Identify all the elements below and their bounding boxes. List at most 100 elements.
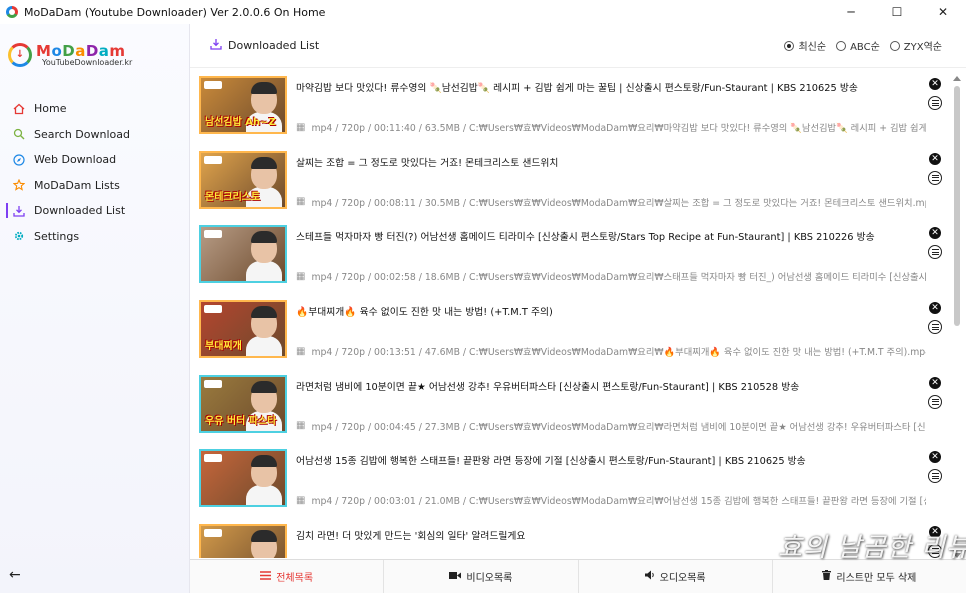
maximize-button[interactable]: ☐	[874, 0, 920, 24]
sort-options: 최신순 ABC순 ZYX역순	[774, 38, 942, 53]
item-menu-icon[interactable]	[928, 320, 942, 335]
video-thumbnail[interactable]	[199, 524, 287, 558]
remove-item-button[interactable]: ✕	[929, 376, 941, 389]
video-meta: ▦ mp4 / 720p / 00:08:11 / 30.5MB / C:₩Us…	[296, 195, 926, 209]
sidebar-item-settings[interactable]: Settings	[0, 224, 190, 250]
item-menu-icon[interactable]	[928, 96, 942, 110]
thumbnail-caption: 우유 버터 파스타	[205, 415, 277, 427]
video-title: 라면처럼 냄비에 10분이면 끝★ 어남선생 강추! 우유버터파스타 [신상출시…	[296, 381, 800, 393]
sort-zyx-radio[interactable]: ZYX역순	[889, 38, 942, 53]
logo-subtitle: YouTubeDownloader.kr	[42, 58, 133, 67]
sort-abc-radio[interactable]: ABC순	[836, 38, 880, 53]
home-icon	[12, 102, 26, 116]
sidebar-item-label: Settings	[34, 229, 80, 243]
sidebar-item-modadam-lists[interactable]: MoDaDam Lists	[0, 173, 190, 199]
video-thumbnail[interactable]: 부대찌개	[199, 300, 287, 359]
downloaded-list: 남선김밥 Ah~Z 마약김밥 보다 맛있다! 류수영의 🍡남선김밥🍡 레시피 +…	[196, 74, 948, 558]
list-item[interactable]: 스테프들 먹자마자 빵 터진(?) 어남선생 홈메이드 티라미수 [신상출시 편…	[196, 223, 948, 298]
video-thumbnail[interactable]	[199, 449, 287, 508]
sidebar-item-label: Downloaded List	[34, 204, 126, 218]
video-thumbnail[interactable]: 남선김밥 Ah~Z	[199, 76, 287, 134]
tab-label: 전체목록	[276, 573, 314, 584]
scroll-thumb[interactable]	[954, 86, 960, 326]
trash-icon	[822, 570, 832, 583]
main-panel: Downloaded List 최신순 ABC순 ZYX역순 남선김밥 Ah~Z…	[190, 24, 966, 593]
delete-all-list-button[interactable]: 리스트만 모두 삭제	[773, 560, 966, 593]
gear-icon	[12, 229, 26, 243]
radio-dot	[836, 40, 847, 51]
tab-all-list[interactable]: 전체목록	[190, 560, 385, 593]
radio-dot	[784, 40, 795, 51]
speaker-icon	[644, 570, 655, 583]
sort-newest-radio[interactable]: 최신순	[784, 38, 826, 53]
video-title: 스테프들 먹자마자 빵 터진(?) 어남선생 홈메이드 티라미수 [신상출시 편…	[296, 232, 875, 244]
back-arrow-icon[interactable]: ←	[9, 567, 21, 583]
scrollbar[interactable]	[952, 76, 962, 558]
remove-item-button[interactable]: ✕	[929, 227, 941, 240]
sidebar-item-home[interactable]: Home	[0, 96, 190, 122]
video-meta: ▦ mp4 / 720p / 00:13:51 / 47.6MB / C:₩Us…	[296, 344, 926, 359]
minimize-button[interactable]: ─	[828, 0, 874, 24]
film-icon: ▦	[296, 121, 306, 133]
list-item[interactable]: 어남선생 15종 김밥에 행복한 스태프들! 끝판왕 라면 등장에 기절 [신상…	[196, 447, 948, 522]
film-icon: ▦	[296, 196, 306, 208]
video-meta: ▦ mp4 / 720p / 00:03:01 / 21.0MB / C:₩Us…	[296, 493, 926, 508]
video-meta-text: mp4 / 720p / 00:03:01 / 21.0MB / C:₩User…	[311, 496, 926, 508]
radio-dot	[889, 40, 900, 51]
item-menu-icon[interactable]	[928, 394, 942, 409]
window-title: MoDaDam (Youtube Downloader) Ver 2.0.0.6…	[24, 5, 326, 19]
video-thumbnail[interactable]: 우유 버터 파스타	[199, 374, 287, 433]
sidebar-item-label: Search Download	[34, 127, 130, 141]
sidebar-nav: Home Search Download Web Download MoDaDa…	[0, 96, 190, 249]
sidebar-item-label: MoDaDam Lists	[34, 178, 120, 192]
search-icon	[12, 127, 26, 141]
app-icon	[6, 6, 18, 18]
list-item[interactable]: 부대찌개 🔥부대찌개🔥 육수 없이도 진한 맛 내는 방법! (+T.M.T 주…	[196, 298, 948, 373]
remove-item-button[interactable]: ✕	[929, 302, 941, 315]
thumbnail-caption: 몬테크리스토	[205, 191, 261, 203]
remove-item-button[interactable]: ✕	[929, 451, 941, 464]
tab-video-list[interactable]: 비디오목록	[384, 560, 579, 593]
sidebar-item-search-download[interactable]: Search Download	[0, 122, 190, 148]
item-menu-icon[interactable]	[928, 245, 942, 260]
sidebar: ↓ MoDaDam YouTubeDownloader.kr Home Sear…	[0, 24, 190, 593]
video-camera-icon	[449, 571, 462, 583]
tab-label: 오디오목록	[659, 573, 706, 584]
compass-icon	[12, 153, 26, 167]
tab-audio-list[interactable]: 오디오목록	[579, 560, 773, 593]
video-title: 어남선생 15종 김밥에 행복한 스태프들! 끝판왕 라면 등장에 기절 [신상…	[296, 456, 806, 468]
video-meta-text: mp4 / 720p / 00:08:11 / 30.5MB / C:₩User…	[311, 197, 926, 209]
remove-item-button[interactable]: ✕	[929, 78, 941, 90]
list-item[interactable]: 몬테크리스토 살찌는 조합 = 그 정도로 맛있다는 거죠! 몬테크리스토 샌드…	[196, 149, 948, 224]
sort-label: 최신순	[798, 42, 827, 53]
star-icon	[12, 178, 26, 192]
thumbnail-caption: 부대찌개	[205, 341, 242, 353]
scroll-up-arrow-icon[interactable]	[953, 76, 961, 81]
video-meta: ▦ mp4 / 720p / 00:02:58 / 18.6MB / C:₩Us…	[296, 269, 926, 284]
sidebar-item-downloaded-list[interactable]: Downloaded List	[0, 198, 190, 224]
list-item[interactable]: 남선김밥 Ah~Z 마약김밥 보다 맛있다! 류수영의 🍡남선김밥🍡 레시피 +…	[196, 74, 948, 149]
film-icon: ▦	[296, 420, 306, 432]
item-menu-icon[interactable]	[928, 170, 942, 185]
video-title: 🔥부대찌개🔥 육수 없이도 진한 맛 내는 방법! (+T.M.T 주의)	[296, 307, 553, 319]
remove-item-button[interactable]: ✕	[929, 152, 941, 165]
film-icon: ▦	[296, 494, 306, 506]
video-meta-text: mp4 / 720p / 00:13:51 / 47.6MB / C:₩User…	[311, 347, 926, 359]
close-window-button[interactable]: ✕	[920, 0, 966, 24]
sort-label: ZYX역순	[903, 42, 942, 53]
film-icon: ▦	[296, 270, 306, 282]
list-item[interactable]: 우유 버터 파스타 라면처럼 냄비에 10분이면 끝★ 어남선생 강추! 우유버…	[196, 373, 948, 448]
download-tray-icon	[12, 204, 26, 218]
download-tray-icon	[210, 38, 222, 53]
page-title-label: Downloaded List	[228, 39, 320, 52]
video-title: 마약김밥 보다 맛있다! 류수영의 🍡남선김밥🍡 레시피 + 김밥 쉽게 마는 …	[296, 83, 858, 94]
window-controls: ─ ☐ ✕	[828, 0, 966, 24]
tab-label: 비디오목록	[466, 573, 513, 584]
video-thumbnail[interactable]	[199, 225, 287, 284]
sidebar-item-web-download[interactable]: Web Download	[0, 147, 190, 173]
item-menu-icon[interactable]	[928, 469, 942, 484]
video-meta-text: mp4 / 720p / 00:04:45 / 27.3MB / C:₩User…	[311, 421, 926, 433]
video-thumbnail[interactable]: 몬테크리스토	[199, 150, 287, 209]
video-meta-text: mp4 / 720p / 00:02:58 / 18.6MB / C:₩User…	[311, 272, 926, 284]
logo: ↓ MoDaDam YouTubeDownloader.kr	[8, 42, 132, 67]
